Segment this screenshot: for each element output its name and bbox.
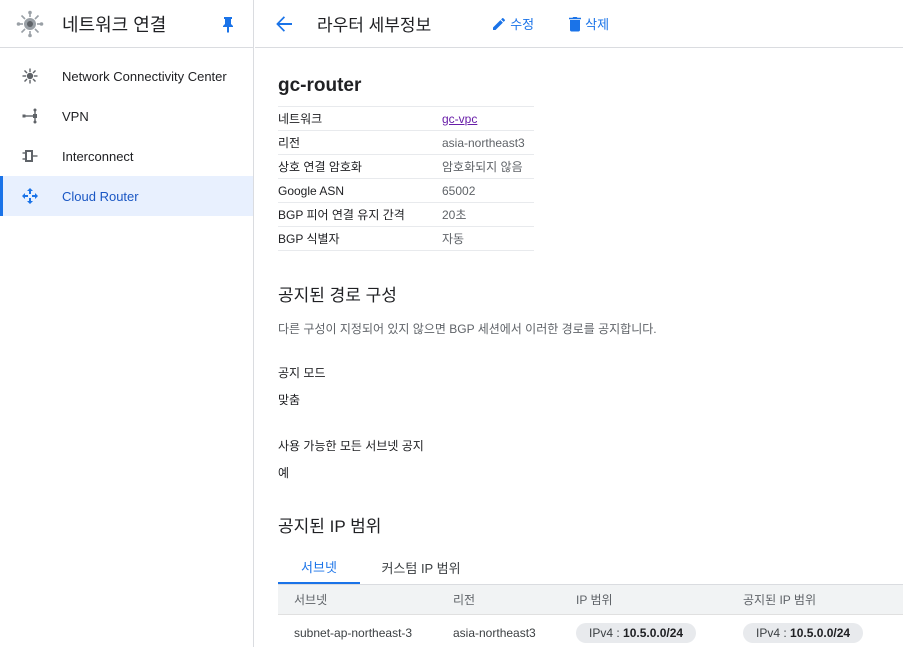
details-content: gc-router 네트워크 gc-vpc 리전 asia-northeast3… bbox=[255, 75, 903, 647]
sidebar-item-label: Interconnect bbox=[62, 148, 134, 164]
pencil-icon bbox=[493, 17, 506, 30]
table-header-row: 서브넷 리전 IP 범위 공지된 IP 범위 bbox=[278, 584, 903, 615]
table-row: subnet-ap-northeast-3 asia-northeast3 IP… bbox=[278, 614, 903, 647]
sidebar: 네트워크 연결 Network Connectivity Center VPN … bbox=[0, 0, 254, 647]
sidebar-item-vpn[interactable]: VPN bbox=[0, 96, 253, 136]
advertised-ip-range-value: 10.5.0.0/24 bbox=[790, 625, 851, 640]
property-value: 65002 bbox=[442, 178, 534, 203]
sidebar-nav: Network Connectivity Center VPN Intercon… bbox=[0, 48, 253, 216]
vpn-icon bbox=[20, 106, 40, 126]
ip-range-tabs: 서브넷 커스텀 IP 범위 bbox=[278, 550, 903, 584]
trash-icon bbox=[569, 16, 582, 31]
top-bar: 라우터 세부정보 수정 삭제 bbox=[255, 0, 903, 48]
sidebar-item-cloud-router[interactable]: Cloud Router bbox=[0, 176, 253, 216]
advertised-ip-range-chip: IPv4 : 10.5.0.0/24 bbox=[743, 622, 864, 643]
edit-button[interactable]: 수정 bbox=[491, 14, 534, 33]
network-link[interactable]: gc-vpc bbox=[442, 112, 477, 126]
page-title: 라우터 세부정보 bbox=[317, 16, 432, 35]
interconnect-icon bbox=[20, 146, 40, 166]
property-key: 네트워크 bbox=[278, 106, 442, 131]
router-properties-table: 네트워크 gc-vpc 리전 asia-northeast3 상호 연결 암호화… bbox=[278, 106, 534, 251]
tab-subnets[interactable]: 서브넷 bbox=[278, 550, 360, 584]
property-value: 암호화되지 않음 bbox=[442, 154, 534, 179]
advertised-routes-description: 다른 구성이 지정되어 있지 않으면 BGP 세션에서 이러한 경로를 공지합니… bbox=[278, 322, 657, 336]
property-row: BGP 식별자 자동 bbox=[278, 226, 534, 251]
sidebar-item-interconnect[interactable]: Interconnect bbox=[0, 136, 253, 176]
advertise-all-subnets-label: 사용 가능한 모든 서브넷 공지 bbox=[278, 439, 424, 453]
ip-range-chip: IPv4 : 10.5.0.0/24 bbox=[576, 622, 697, 643]
column-header-advertised-ip-range[interactable]: 공지된 IP 범위 bbox=[743, 584, 903, 615]
property-key: BGP 피어 연결 유지 간격 bbox=[278, 202, 442, 227]
advertised-ip-heading: 공지된 IP 범위 bbox=[278, 517, 382, 536]
property-key: 리전 bbox=[278, 130, 442, 155]
column-header-subnet[interactable]: 서브넷 bbox=[278, 584, 453, 615]
advertise-all-subnets-value: 예 bbox=[278, 466, 290, 480]
property-row: Google ASN 65002 bbox=[278, 178, 534, 203]
cloud-router-icon bbox=[20, 186, 40, 206]
property-key: Google ASN bbox=[278, 178, 442, 203]
delete-button[interactable]: 삭제 bbox=[568, 14, 609, 33]
sidebar-item-network-connectivity-center[interactable]: Network Connectivity Center bbox=[0, 56, 253, 96]
property-row: 상호 연결 암호화 암호화되지 않음 bbox=[278, 154, 534, 179]
property-value: 자동 bbox=[442, 226, 534, 251]
advertise-mode-value: 맞춤 bbox=[278, 393, 301, 407]
advertise-mode-label: 공지 모드 bbox=[278, 366, 326, 380]
subnet-cell: subnet-ap-northeast-3 bbox=[278, 614, 453, 647]
property-value: 20초 bbox=[442, 202, 534, 227]
router-name: gc-router bbox=[278, 75, 362, 96]
sidebar-item-label: Network Connectivity Center bbox=[62, 68, 227, 84]
column-header-ip-range[interactable]: IP 범위 bbox=[576, 584, 743, 615]
property-row: 리전 asia-northeast3 bbox=[278, 130, 534, 155]
property-row: BGP 피어 연결 유지 간격 20초 bbox=[278, 202, 534, 227]
property-value: gc-vpc bbox=[442, 106, 534, 131]
back-arrow-icon[interactable] bbox=[272, 12, 296, 36]
region-cell: asia-northeast3 bbox=[453, 614, 576, 647]
main-content: 라우터 세부정보 수정 삭제 gc-router 네트워크 gc-vpc 리전 … bbox=[255, 0, 903, 647]
delete-label: 삭제 bbox=[585, 17, 610, 32]
sidebar-item-label: VPN bbox=[62, 108, 89, 124]
property-key: BGP 식별자 bbox=[278, 226, 442, 251]
advertised-routes-heading: 공지된 경로 구성 bbox=[278, 286, 397, 305]
ip-version-prefix: IPv4 : bbox=[756, 625, 791, 640]
advertised-ip-range-cell: IPv4 : 10.5.0.0/24 bbox=[743, 614, 903, 647]
property-value: asia-northeast3 bbox=[442, 130, 534, 155]
network-connectivity-logo-icon bbox=[16, 10, 44, 38]
ip-range-cell: IPv4 : 10.5.0.0/24 bbox=[576, 614, 743, 647]
hub-icon bbox=[20, 66, 40, 86]
property-row: 네트워크 gc-vpc bbox=[278, 106, 534, 131]
advertised-ip-table: 서브넷 리전 IP 범위 공지된 IP 범위 subnet-ap-northea… bbox=[278, 584, 903, 647]
sidebar-item-label: Cloud Router bbox=[62, 188, 139, 204]
tab-custom-ip-ranges[interactable]: 커스텀 IP 범위 bbox=[360, 550, 482, 584]
ip-version-prefix: IPv4 : bbox=[589, 625, 624, 640]
pin-icon[interactable] bbox=[219, 15, 237, 33]
ip-range-value: 10.5.0.0/24 bbox=[623, 625, 684, 640]
column-header-region[interactable]: 리전 bbox=[453, 584, 576, 615]
sidebar-header: 네트워크 연결 bbox=[0, 0, 253, 48]
edit-label: 수정 bbox=[510, 17, 535, 32]
property-key: 상호 연결 암호화 bbox=[278, 154, 442, 179]
sidebar-title: 네트워크 연결 bbox=[62, 14, 167, 35]
